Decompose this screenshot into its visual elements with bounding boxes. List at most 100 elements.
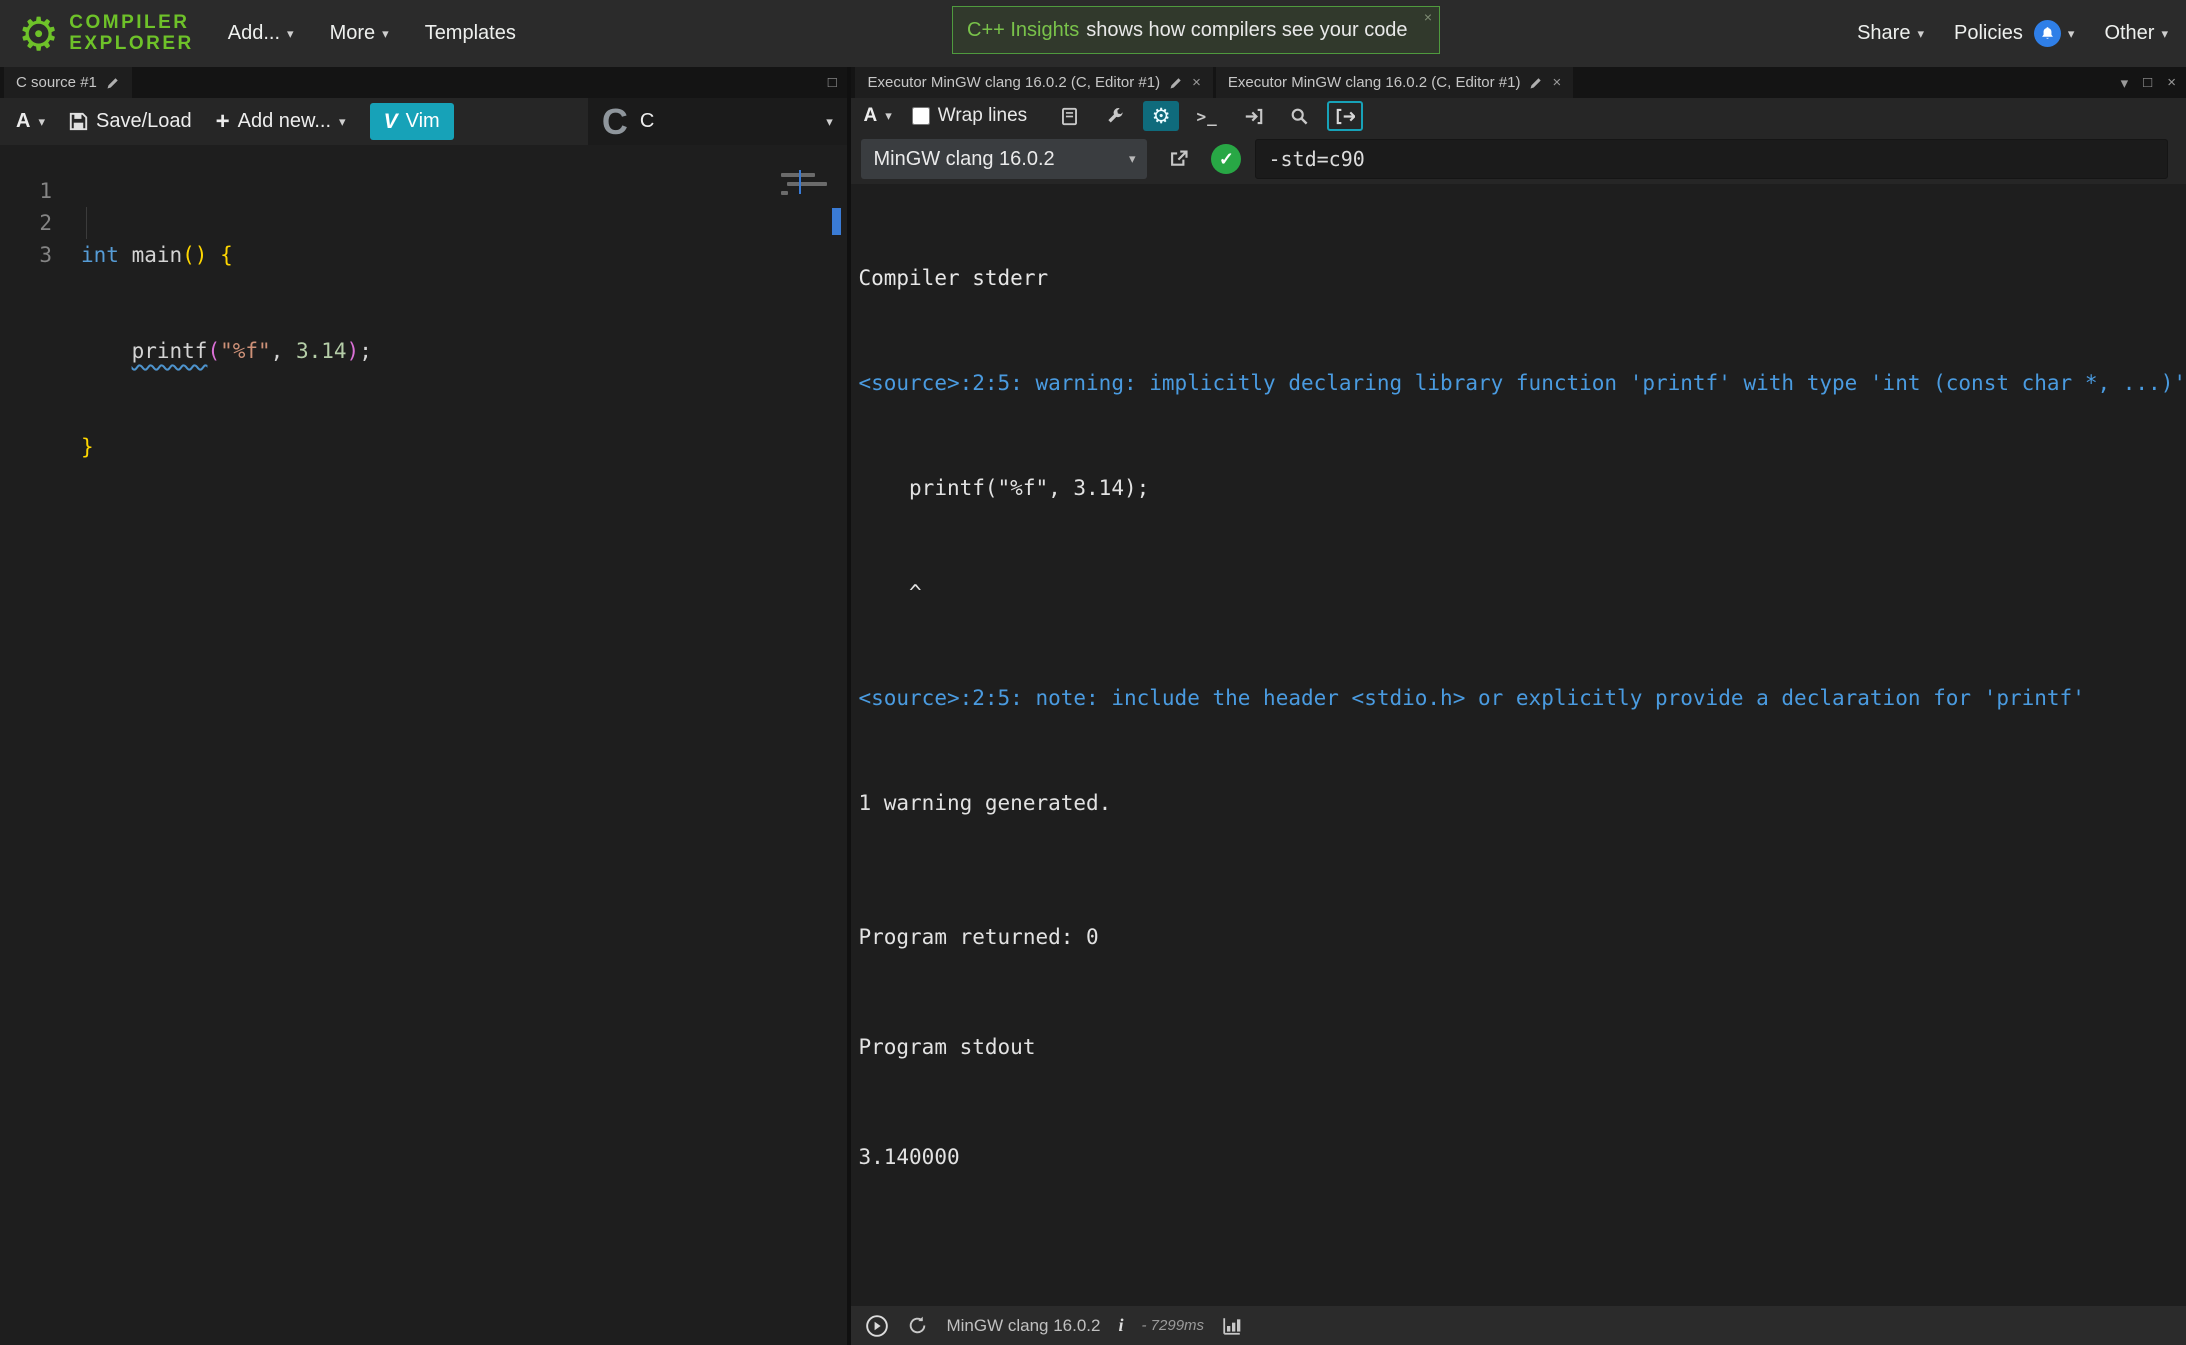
search-icon[interactable] xyxy=(1281,101,1317,131)
notification-banner: C++ Insights shows how compilers see you… xyxy=(952,6,1440,54)
stdin-sign-in-icon[interactable] xyxy=(1235,101,1271,131)
vim-toggle-button[interactable]: V Vim xyxy=(370,103,454,140)
maximize-icon[interactable]: □ xyxy=(828,74,837,91)
executor-toolbar: A ▾ Wrap lines ⚙ >_ xyxy=(851,98,2186,134)
line-number: 1 xyxy=(0,175,52,207)
tab-close-icon[interactable]: × xyxy=(1552,74,1561,91)
tab-title: C source #1 xyxy=(16,74,97,91)
notification-close-icon[interactable]: × xyxy=(1424,9,1432,25)
tab-dropdown-icon[interactable]: ▾ xyxy=(2121,74,2129,92)
token-semicolon: ; xyxy=(359,339,372,363)
terminal-icon[interactable]: >_ xyxy=(1189,101,1225,131)
language-label: C xyxy=(640,110,654,133)
minimap-line xyxy=(781,173,815,177)
code-content[interactable]: int main() { printf("%f", 3.14); } xyxy=(81,175,757,527)
timing-chart-icon[interactable] xyxy=(1222,1316,1242,1336)
code-line-1: int main() { xyxy=(81,239,757,271)
tab-executor-2[interactable]: Executor MinGW clang 16.0.2 (C, Editor #… xyxy=(1216,67,1573,98)
tab-executor-1[interactable]: Executor MinGW clang 16.0.2 (C, Editor #… xyxy=(855,67,1212,98)
line-number: 2 xyxy=(0,207,52,239)
maximize-icon[interactable]: □ xyxy=(2143,74,2152,91)
info-icon[interactable]: i xyxy=(1118,1315,1123,1336)
notification-link[interactable]: C++ Insights xyxy=(967,19,1079,42)
logo-line2: EXPLORER xyxy=(69,34,194,55)
program-returned-line: Program returned: 0 xyxy=(858,917,2186,957)
token-comma: , xyxy=(271,339,296,363)
menu-share[interactable]: Share ▾ xyxy=(1857,22,1924,45)
gear-glyph: ⚙ xyxy=(1152,104,1171,129)
options-wrench-icon[interactable] xyxy=(1097,101,1133,131)
menu-policies[interactable]: Policies ▾ xyxy=(1954,20,2074,47)
open-output-sign-out-icon[interactable] xyxy=(1327,101,1363,131)
line-number: 3 xyxy=(0,239,52,271)
chevron-down-icon: ▾ xyxy=(885,108,892,124)
minimap-cursor xyxy=(799,170,801,194)
terminal-glyph: >_ xyxy=(1197,107,1218,126)
rename-pencil-icon[interactable] xyxy=(1529,76,1543,90)
stderr-source-line: printf("%f", 3.14); xyxy=(858,471,2186,506)
stderr-warning-line: <source>:2:5: warning: implicitly declar… xyxy=(858,366,2186,401)
chevron-down-icon: ▾ xyxy=(382,26,389,42)
stdout-heading: Program stdout xyxy=(858,1027,2186,1067)
minimap[interactable] xyxy=(781,173,825,213)
save-load-button[interactable]: Save/Load xyxy=(69,110,192,133)
close-icon[interactable]: × xyxy=(2167,74,2176,91)
tab-close-icon[interactable]: × xyxy=(1192,74,1201,91)
vim-logo-icon: V xyxy=(384,110,398,134)
executor-window-controls: ▾ □ × xyxy=(2121,67,2186,98)
gear-logo-icon: ⚙ xyxy=(18,11,59,57)
wrap-lines-checkbox[interactable]: Wrap lines xyxy=(912,105,1027,127)
chevron-down-icon: ▾ xyxy=(826,114,833,130)
c-language-logo: C xyxy=(602,101,628,143)
compiler-explorer-logo[interactable]: ⚙ COMPILER EXPLORER xyxy=(18,11,194,57)
menu-more[interactable]: More ▾ xyxy=(330,22,389,45)
wrap-lines-input[interactable] xyxy=(912,107,930,125)
menu-other[interactable]: Other ▾ xyxy=(2104,22,2168,45)
token-bracket: ) xyxy=(347,339,360,363)
refresh-icon[interactable] xyxy=(907,1315,928,1336)
editor-pane: C source #1 □ A ▾ Save/Load xyxy=(0,67,847,1345)
menu-templates-label: Templates xyxy=(425,22,516,45)
logo-text: COMPILER EXPLORER xyxy=(69,13,194,55)
rename-pencil-icon[interactable] xyxy=(1169,76,1183,90)
save-load-label: Save/Load xyxy=(96,110,192,133)
menu-templates[interactable]: Templates xyxy=(425,22,516,45)
compile-time: - 7299ms xyxy=(1142,1317,1205,1334)
chevron-down-icon: ▾ xyxy=(2161,26,2168,42)
vim-label: Vim xyxy=(406,110,440,133)
notification-text: shows how compilers see your code xyxy=(1086,19,1407,42)
tab-row-spacer xyxy=(135,67,828,98)
plus-icon: + xyxy=(216,108,230,136)
top-navbar: ⚙ COMPILER EXPLORER Add... ▾ More ▾ Temp… xyxy=(0,0,2186,67)
editor-toolbar: A ▾ Save/Load + Add new... ▾ V Vim C C xyxy=(0,98,847,145)
compiler-row: MinGW clang 16.0.2 ▾ ✓ xyxy=(851,134,2186,184)
menu-add[interactable]: Add... ▾ xyxy=(228,22,294,45)
tab-c-source-1[interactable]: C source #1 xyxy=(4,67,132,98)
compiler-selector[interactable]: MinGW clang 16.0.2 ▾ xyxy=(861,139,1147,179)
code-editor[interactable]: 1 2 3 int main() { printf("%f", 3.14); } xyxy=(0,145,847,1345)
executor-pane: Executor MinGW clang 16.0.2 (C, Editor #… xyxy=(851,67,2186,1345)
executor-statusbar: MinGW clang 16.0.2 i - 7299ms xyxy=(851,1306,2186,1345)
token-space xyxy=(207,243,220,267)
chevron-down-icon: ▾ xyxy=(1917,26,1924,42)
code-line-2: printf("%f", 3.14); xyxy=(81,335,757,367)
overrides-gears-icon[interactable]: ⚙ xyxy=(1143,101,1179,131)
rename-pencil-icon[interactable] xyxy=(106,76,120,90)
token-string: "%f" xyxy=(220,339,271,363)
font-size-button[interactable]: A ▾ xyxy=(863,105,891,127)
check-glyph: ✓ xyxy=(1219,149,1234,170)
token-bracket: ( xyxy=(207,339,220,363)
stderr-caret-line: ^ xyxy=(858,576,2186,611)
compile-status-check-icon: ✓ xyxy=(1211,144,1241,174)
language-selector[interactable]: C C ▾ xyxy=(588,98,847,145)
menu-policies-label: Policies xyxy=(1954,22,2023,45)
open-in-new-window-icon[interactable] xyxy=(1161,144,1197,174)
add-new-button[interactable]: + Add new... ▾ xyxy=(216,108,346,136)
libraries-book-icon[interactable] xyxy=(1051,101,1087,131)
compiler-name: MinGW clang 16.0.2 xyxy=(873,148,1054,171)
font-size-button[interactable]: A ▾ xyxy=(16,110,45,133)
compiler-options-input[interactable] xyxy=(1255,139,2168,179)
run-play-icon[interactable] xyxy=(865,1314,889,1338)
line-number-gutter[interactable]: 1 2 3 xyxy=(0,175,52,271)
status-compiler-name: MinGW clang 16.0.2 xyxy=(946,1316,1100,1336)
